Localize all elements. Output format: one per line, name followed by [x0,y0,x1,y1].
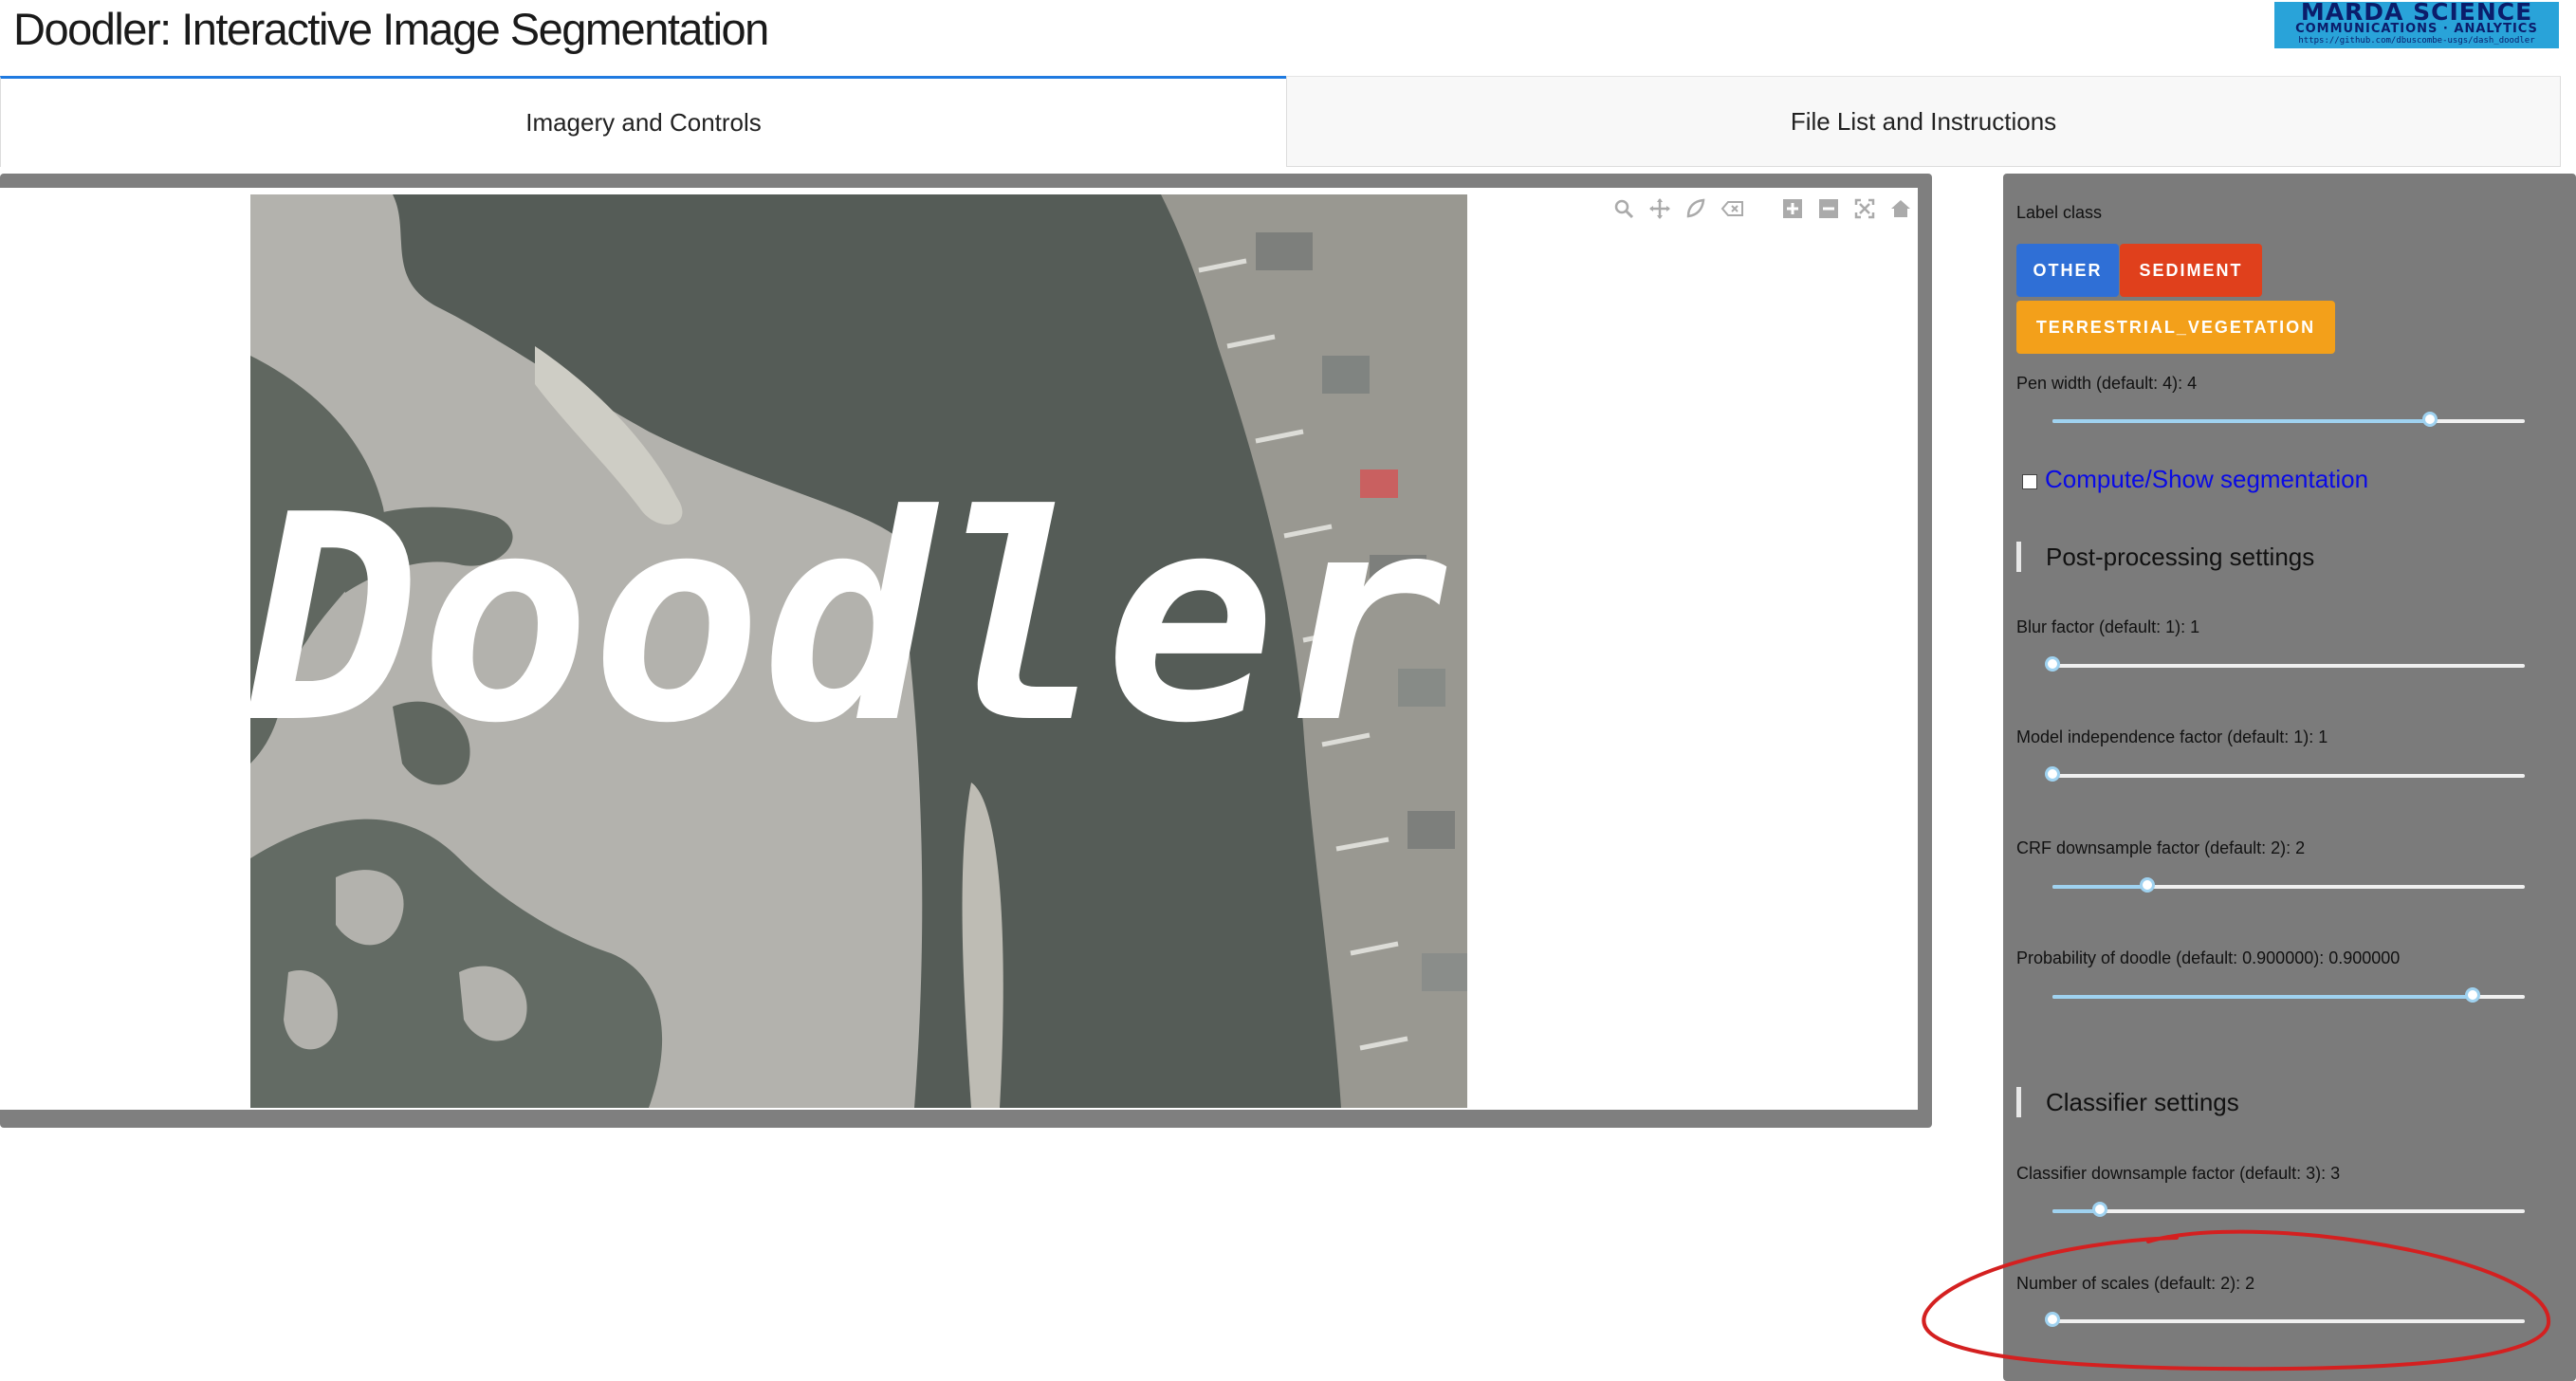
page-title: Doodler: Interactive Image Segmentation [13,4,769,54]
tab-bar: Imagery and Controls File List and Instr… [0,76,2561,167]
pen-width-slider-fill [2052,419,2431,423]
number-of-scales-slider-thumb[interactable] [2045,1312,2060,1327]
tab-imagery-and-controls[interactable]: Imagery and Controls [0,76,1286,167]
zoom-out-icon[interactable] [1817,197,1840,220]
crf-downsample-label: CRF downsample factor (default: 2): 2 [2016,838,2306,857]
probability-of-doodle-slider-fill [2052,995,2474,999]
probability-of-doodle-slider[interactable] [2052,987,2525,1003]
compute-segmentation-checkbox[interactable] [2022,474,2037,489]
blur-factor-slider[interactable] [2045,656,2525,672]
zoom-icon[interactable] [1612,197,1635,220]
class-button-other[interactable]: OTHER [2016,244,2119,297]
crf-downsample-slider-fill [2052,885,2147,889]
postprocessing-settings-heading: Post-processing settings [2016,542,2314,572]
zoom-in-icon[interactable] [1781,197,1804,220]
aerial-image[interactable]: Doodler [250,194,1467,1108]
draw-icon[interactable] [1684,197,1707,220]
graph-modebar [1612,194,1912,223]
compute-segmentation-label[interactable]: Compute/Show segmentation [2045,465,2368,494]
blur-factor-label: Blur factor (default: 1): 1 [2016,617,2200,636]
label-class-title: Label class [2016,203,2103,222]
model-independence-slider[interactable] [2045,766,2525,782]
class-button-sediment[interactable]: SEDIMENT [2120,244,2262,297]
pan-icon[interactable] [1648,197,1671,220]
pen-width-label: Pen width (default: 4): 4 [2016,374,2198,393]
logo-url: https://github.com/dbuscombe-usgs/dash_d… [2298,36,2535,46]
crf-downsample-slider-thumb[interactable] [2139,877,2155,893]
marda-science-logo: MARDA SCIENCE COMMUNICATIONS · ANALYTICS… [2274,2,2559,48]
classifier-settings-heading: Classifier settings [2016,1087,2239,1117]
class-button-terrestrial-vegetation[interactable]: TERRESTRIAL_VEGETATION [2016,301,2335,354]
model-independence-label: Model independence factor (default: 1): … [2016,727,2328,746]
probability-of-doodle-label: Probability of doodle (default: 0.900000… [2016,948,2401,967]
tab-file-list-and-instructions[interactable]: File List and Instructions [1286,76,2561,167]
autoscale-icon[interactable] [1853,197,1876,220]
model-independence-slider-thumb[interactable] [2045,766,2060,782]
logo-line2: COMMUNICATIONS · ANALYTICS [2295,22,2538,36]
crf-downsample-slider[interactable] [2052,877,2525,893]
classifier-downsample-slider[interactable] [2052,1202,2525,1217]
reset-axes-icon[interactable] [1889,197,1912,220]
number-of-scales-slider[interactable] [2045,1312,2525,1327]
blur-factor-slider-thumb[interactable] [2045,656,2060,672]
classifier-downsample-slider-thumb[interactable] [2091,1202,2107,1217]
pen-width-slider[interactable] [2052,412,2525,427]
number-of-scales-label: Number of scales (default: 2): 2 [2016,1274,2255,1293]
doodler-overlay-text: Doodler [250,454,1449,785]
erase-shape-icon[interactable] [1720,197,1745,220]
classifier-downsample-label: Classifier downsample factor (default: 3… [2016,1164,2341,1183]
